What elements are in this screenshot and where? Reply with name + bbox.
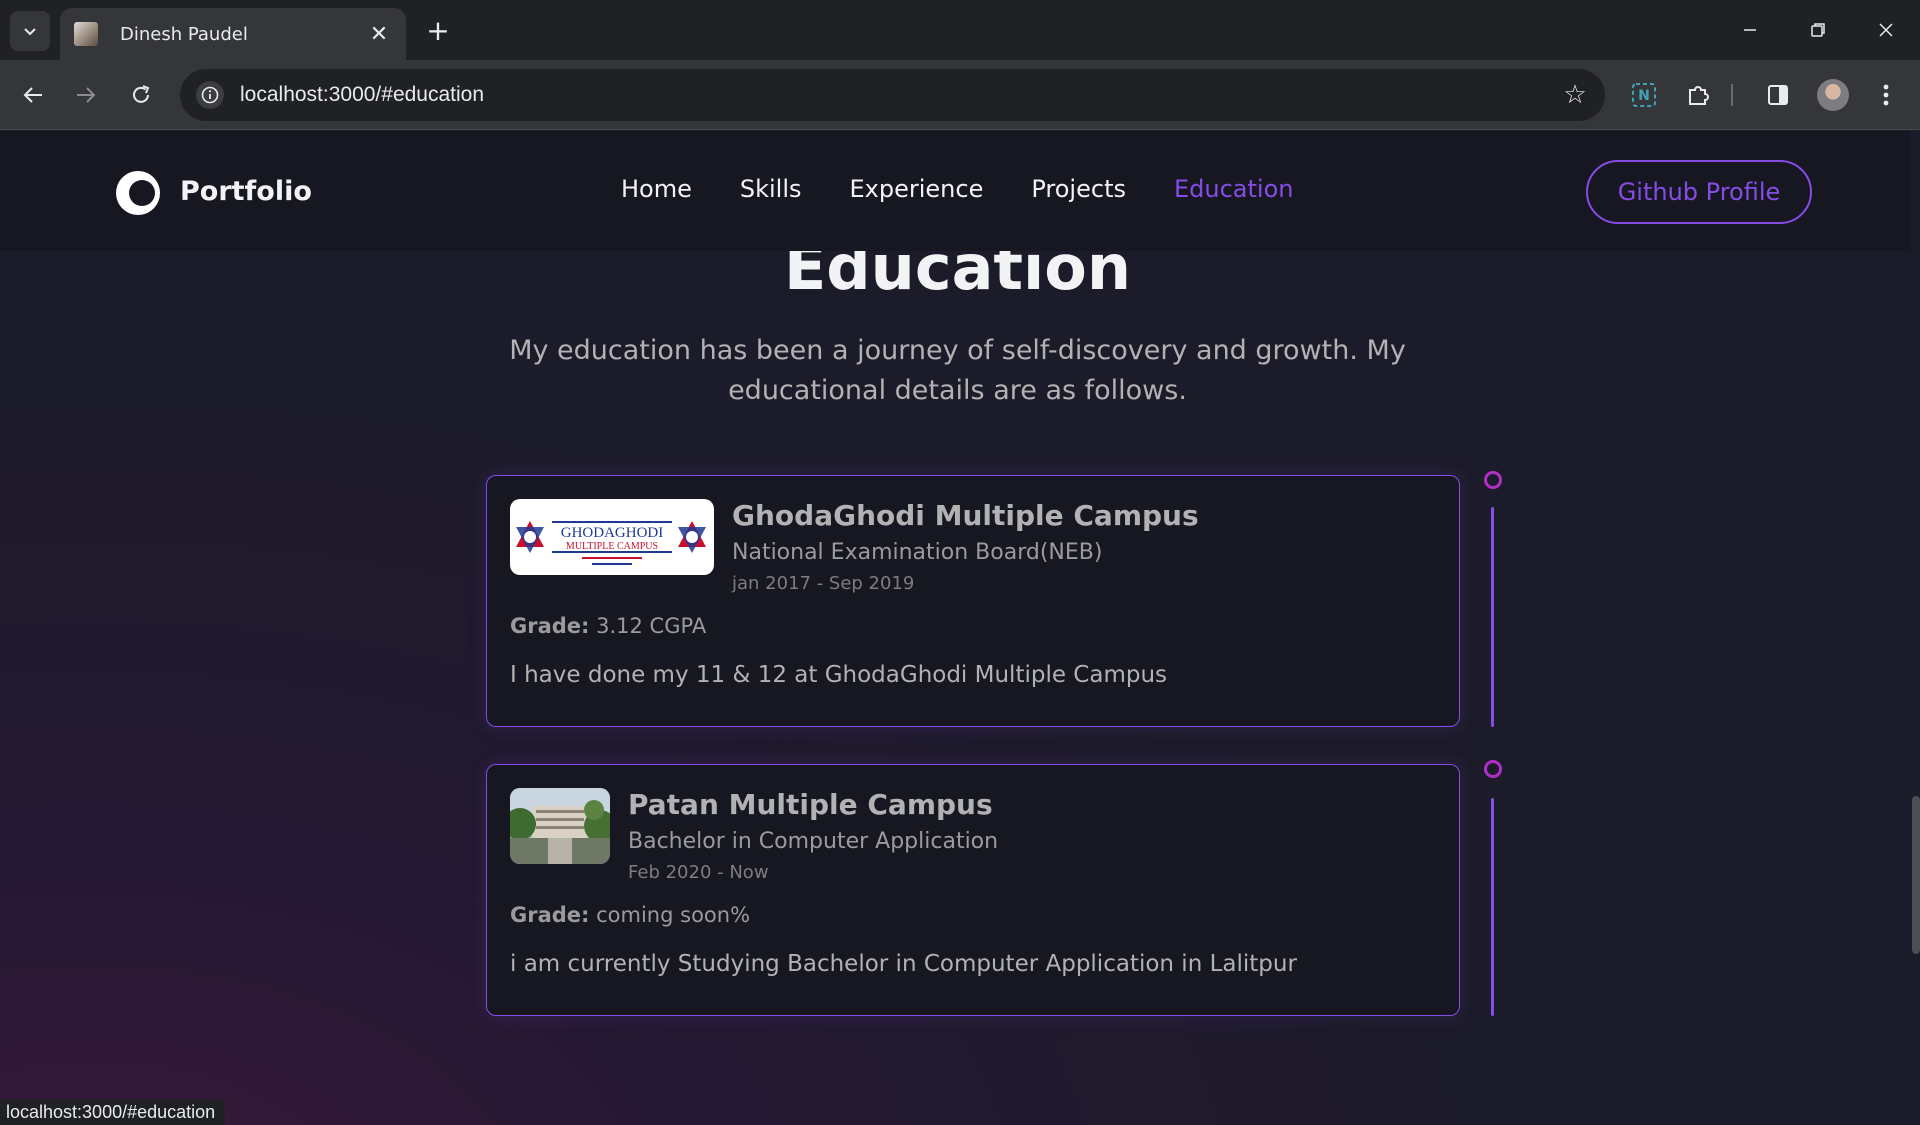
site-logo[interactable]: Portfolio xyxy=(112,165,312,217)
grade-value: coming soon% xyxy=(596,903,751,927)
close-icon[interactable]: ✕ xyxy=(366,21,392,47)
timeline-dot xyxy=(1484,760,1502,778)
browser-toolbar: localhost:3000/#education ☆ N xyxy=(0,60,1920,130)
toolbar-divider xyxy=(1730,75,1734,115)
nav-links: Home Skills Experience Projects Educatio… xyxy=(621,175,1293,203)
svg-text:N: N xyxy=(1638,88,1650,104)
reload-icon[interactable] xyxy=(121,75,161,115)
portfolio-logo-icon xyxy=(116,165,163,215)
site-navbar: Portfolio Home Skills Experience Project… xyxy=(0,131,1910,251)
grade-row: Grade: 3.12 CGPA xyxy=(510,614,706,638)
timeline-connector xyxy=(1491,507,1494,727)
bookmark-star-icon[interactable]: ☆ xyxy=(1555,75,1595,115)
browser-tab-bar: Dinesh Paudel ✕ + xyxy=(0,0,1920,60)
nav-link-projects[interactable]: Projects xyxy=(1031,175,1126,203)
address-bar[interactable]: localhost:3000/#education ☆ xyxy=(180,69,1605,121)
degree-name: National Examination Board(NEB) xyxy=(732,540,1103,565)
grade-value: 3.12 CGPA xyxy=(596,614,707,638)
extensions-puzzle-icon[interactable] xyxy=(1679,75,1719,115)
date-range: Feb 2020 - Now xyxy=(628,862,769,883)
chevron-down-icon xyxy=(24,28,36,36)
side-panel-icon[interactable] xyxy=(1758,75,1798,115)
window-controls xyxy=(1716,0,1920,60)
forward-icon[interactable] xyxy=(66,75,106,115)
tab-title: Dinesh Paudel xyxy=(120,23,248,45)
timeline-connector xyxy=(1491,798,1494,1016)
window-close-icon[interactable] xyxy=(1852,0,1920,60)
logo-text: Portfolio xyxy=(180,175,312,207)
grade-label: Grade: xyxy=(510,614,590,638)
nav-link-home[interactable]: Home xyxy=(621,175,692,203)
timeline-dot xyxy=(1484,471,1502,489)
logo-text-main: GHODAGHODI xyxy=(561,525,664,541)
tab-favicon-icon xyxy=(74,22,98,46)
tab-search-button[interactable] xyxy=(10,11,50,51)
profile-avatar[interactable] xyxy=(1817,79,1849,111)
degree-name: Bachelor in Computer Application xyxy=(628,829,999,854)
school-photo-image xyxy=(510,788,610,864)
restore-icon[interactable] xyxy=(1784,0,1852,60)
nav-link-education[interactable]: Education xyxy=(1174,175,1293,203)
minimize-icon[interactable] xyxy=(1716,0,1784,60)
new-tab-button[interactable]: + xyxy=(420,12,456,48)
education-card: GHODAGHODI MULTIPLE CAMPUS GhodaGhodi Mu… xyxy=(486,475,1460,727)
site-info-icon[interactable] xyxy=(196,81,224,109)
menu-dots-icon[interactable] xyxy=(1866,75,1906,115)
back-icon[interactable] xyxy=(13,75,53,115)
page-scrollbar[interactable] xyxy=(1912,796,1920,954)
education-description: I have done my 11 & 12 at GhodaGhodi Mul… xyxy=(510,662,1168,688)
school-name: GhodaGhodi Multiple Campus xyxy=(732,499,1199,532)
grade-row: Grade: coming soon% xyxy=(510,903,750,927)
school-name: Patan Multiple Campus xyxy=(628,788,993,821)
grade-label: Grade: xyxy=(510,903,590,927)
date-range: jan 2017 - Sep 2019 xyxy=(732,573,915,594)
nav-link-skills[interactable]: Skills xyxy=(740,175,802,203)
logo-text-sub: MULTIPLE CAMPUS xyxy=(566,541,658,552)
school-logo-image: GHODAGHODI MULTIPLE CAMPUS xyxy=(510,499,714,575)
nav-link-experience[interactable]: Experience xyxy=(850,175,984,203)
status-bar-url: localhost:3000/#education xyxy=(0,1099,226,1125)
browser-tab[interactable]: Dinesh Paudel ✕ xyxy=(60,8,406,60)
page-viewport: Education My education has been a journe… xyxy=(0,131,1920,1125)
section-description: My education has been a journey of self-… xyxy=(509,335,1406,406)
github-profile-button[interactable]: Github Profile xyxy=(1586,160,1812,224)
url-text[interactable]: localhost:3000/#education xyxy=(240,83,1555,107)
education-card: Patan Multiple Campus Bachelor in Comput… xyxy=(486,764,1460,1016)
education-description: i am currently Studying Bachelor in Comp… xyxy=(510,951,1297,977)
extension-n-icon[interactable]: N xyxy=(1624,75,1664,115)
